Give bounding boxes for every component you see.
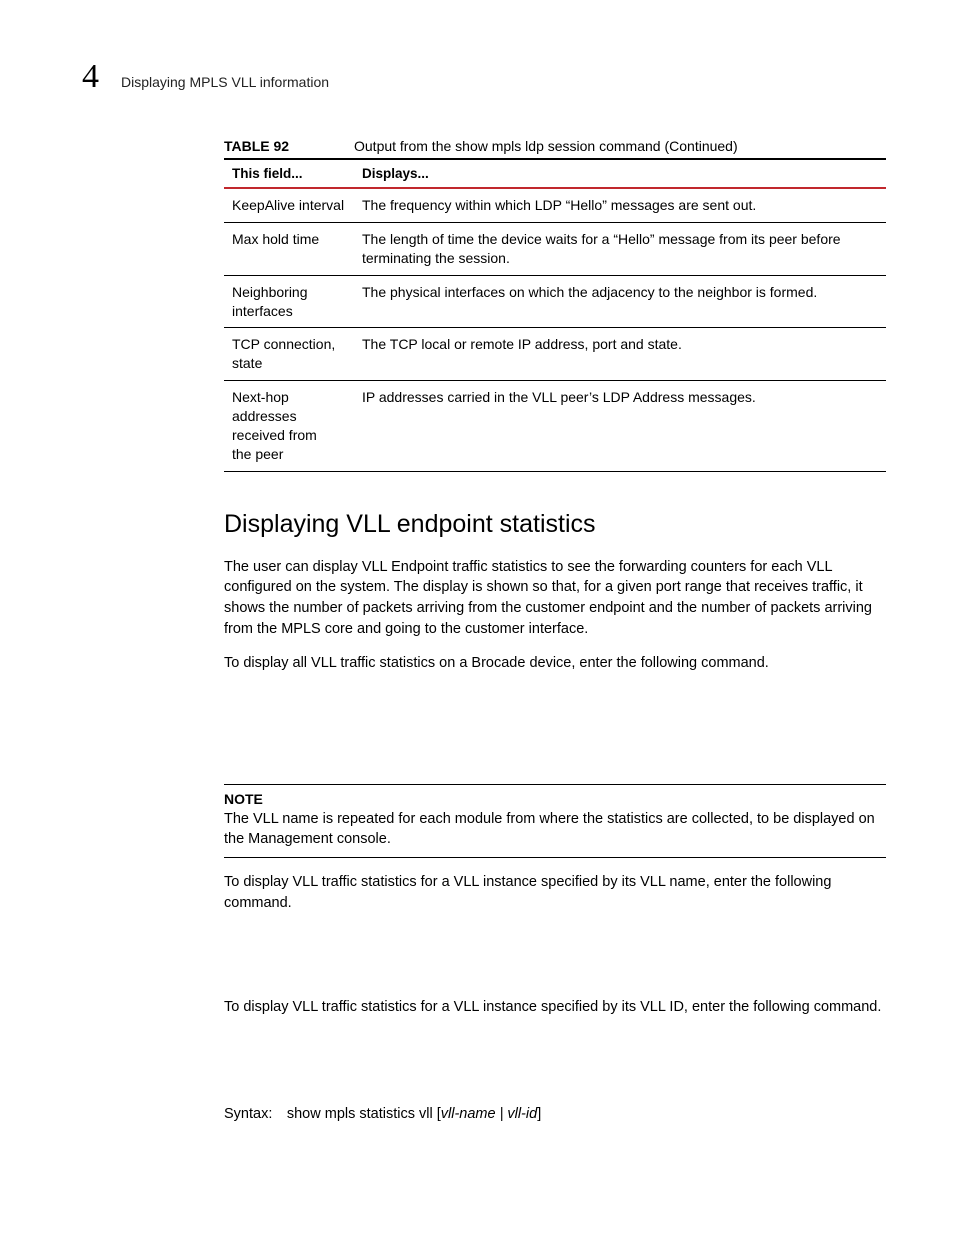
- chapter-number: 4: [82, 60, 99, 94]
- output-table: This field... Displays... KeepAlive inte…: [224, 160, 886, 472]
- table-row: Next-hop addresses received from the pee…: [224, 381, 886, 472]
- th-displays: Displays...: [354, 160, 886, 188]
- output-placeholder: [224, 927, 886, 997]
- cell-field: KeepAlive interval: [224, 188, 354, 222]
- page-header: 4 Displaying MPLS VLL information: [82, 60, 886, 94]
- cell-field: Neighboring interfaces: [224, 275, 354, 328]
- syntax-args: vll-name | vll-id: [441, 1106, 537, 1122]
- cell-field: TCP connection, state: [224, 328, 354, 381]
- table-header-row: This field... Displays...: [224, 160, 886, 188]
- syntax-line: Syntax: show mpls statistics vll [vll-na…: [224, 1106, 886, 1122]
- section-heading: Displaying VLL endpoint statistics: [224, 510, 886, 539]
- table-row: KeepAlive interval The frequency within …: [224, 188, 886, 222]
- paragraph: The user can display VLL Endpoint traffi…: [224, 557, 886, 639]
- syntax-prefix: Syntax: show mpls statistics vll [: [224, 1106, 441, 1122]
- cell-displays: The frequency within which LDP “Hello” m…: [354, 188, 886, 222]
- cell-displays: The TCP local or remote IP address, port…: [354, 328, 886, 381]
- note-label: NOTE: [224, 791, 886, 807]
- table-row: TCP connection, state The TCP local or r…: [224, 328, 886, 381]
- table-caption: TABLE 92 Output from the show mpls ldp s…: [224, 138, 886, 160]
- syntax-suffix: ]: [537, 1106, 541, 1122]
- table-row: Neighboring interfaces The physical inte…: [224, 275, 886, 328]
- output-placeholder: [224, 1032, 886, 1102]
- cell-displays: The physical interfaces on which the adj…: [354, 275, 886, 328]
- paragraph: To display VLL traffic statistics for a …: [224, 872, 886, 913]
- cell-displays: The length of time the device waits for …: [354, 222, 886, 275]
- running-title: Displaying MPLS VLL information: [121, 74, 329, 90]
- cell-field: Max hold time: [224, 222, 354, 275]
- content-area: TABLE 92 Output from the show mpls ldp s…: [224, 138, 886, 1122]
- table-row: Max hold time The length of time the dev…: [224, 222, 886, 275]
- note-box: NOTE The VLL name is repeated for each m…: [224, 784, 886, 859]
- note-body: The VLL name is repeated for each module…: [224, 809, 886, 850]
- cell-displays: IP addresses carried in the VLL peer’s L…: [354, 381, 886, 472]
- paragraph: To display all VLL traffic statistics on…: [224, 653, 886, 674]
- table-label: TABLE 92: [224, 138, 354, 154]
- page: 4 Displaying MPLS VLL information TABLE …: [0, 0, 954, 1122]
- output-placeholder: [224, 688, 886, 784]
- th-field: This field...: [224, 160, 354, 188]
- cell-field: Next-hop addresses received from the pee…: [224, 381, 354, 472]
- paragraph: To display VLL traffic statistics for a …: [224, 997, 886, 1018]
- table-caption-text: Output from the show mpls ldp session co…: [354, 138, 738, 154]
